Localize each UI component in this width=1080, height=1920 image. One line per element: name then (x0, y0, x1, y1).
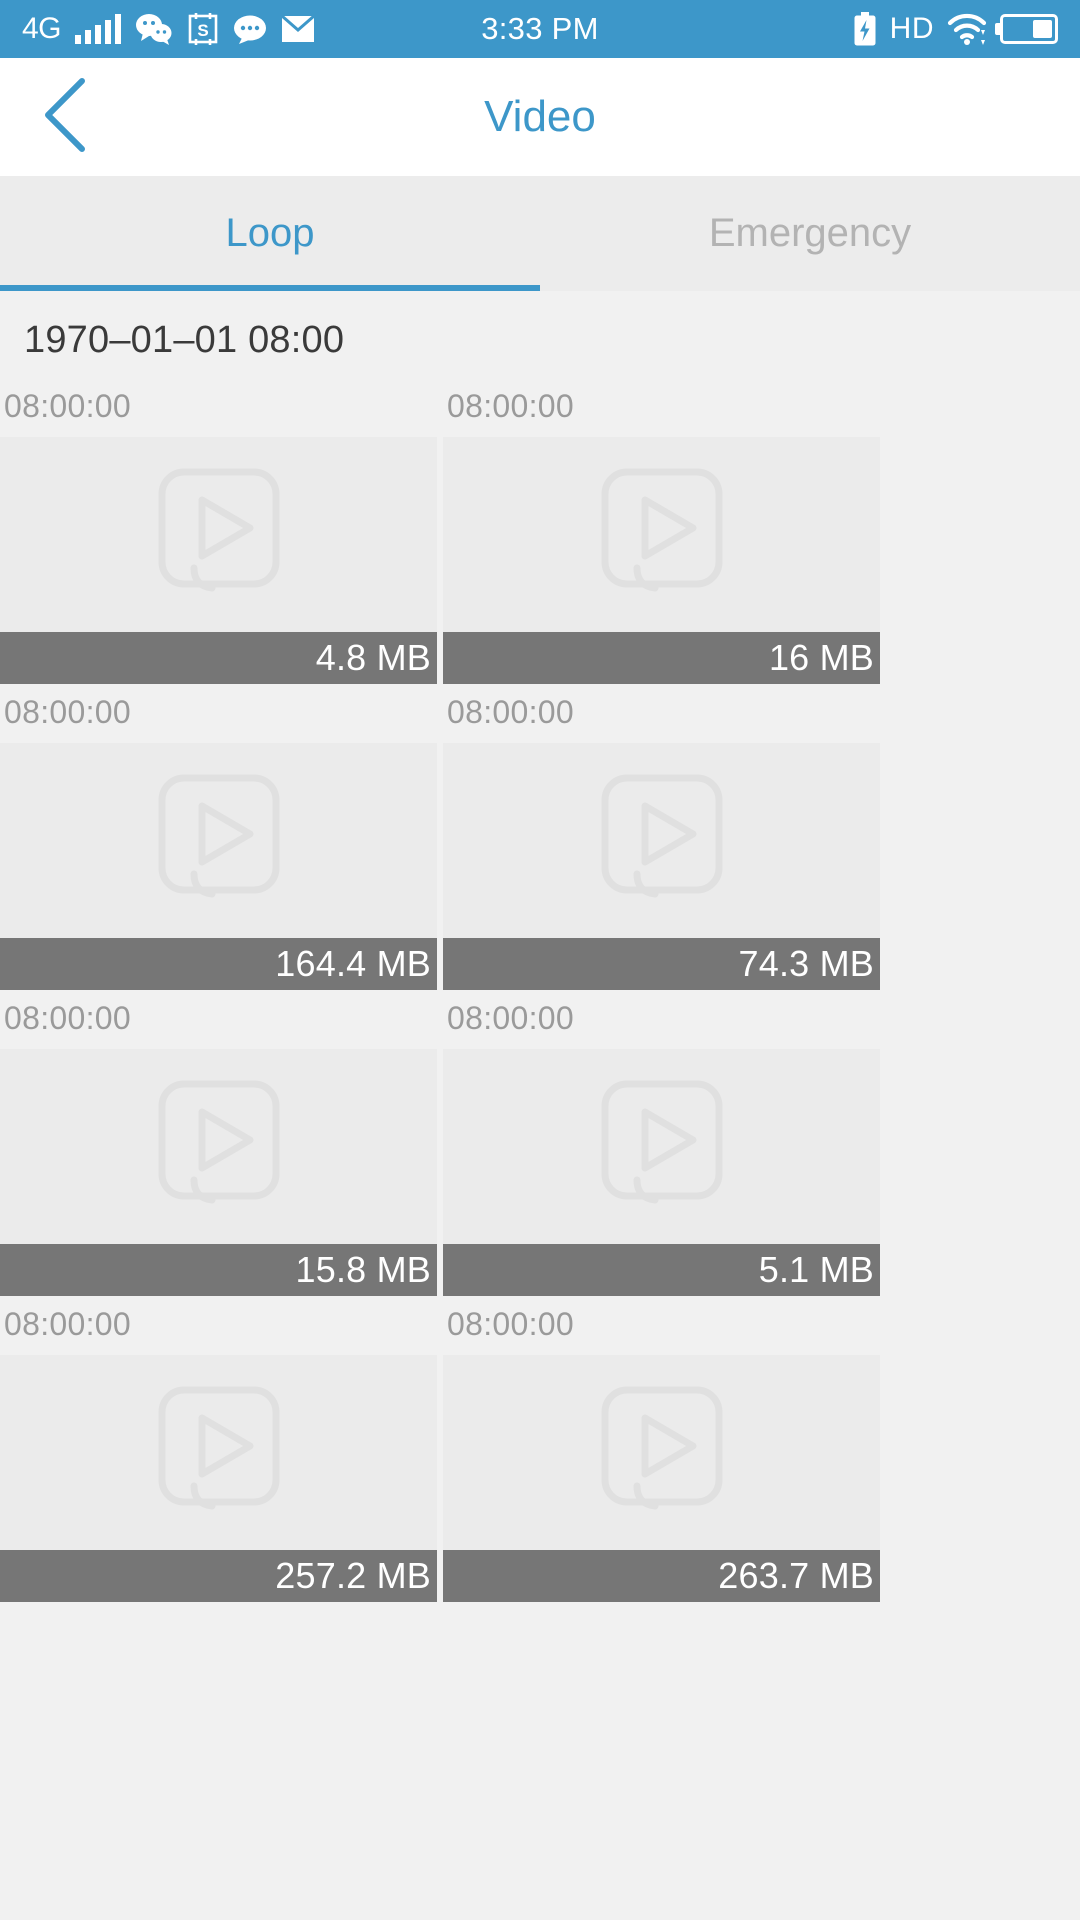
tab-loop-label: Loop (225, 211, 315, 255)
status-bar-left: 4G S (22, 12, 316, 45)
battery-charging-icon (853, 12, 877, 46)
date-group-header: 1970–01–01 08:00 (24, 319, 345, 361)
video-item[interactable]: 08:00:00 164.4 MB (0, 690, 437, 990)
video-item[interactable]: 08:00:00 257.2 MB (0, 1302, 437, 1602)
back-button[interactable] (0, 58, 130, 176)
screenshot-s-icon: S (187, 13, 219, 45)
video-timestamp: 08:00:00 (4, 388, 131, 424)
video-filesize: 263.7 MB (443, 1550, 880, 1602)
video-filesize: 257.2 MB (0, 1550, 437, 1602)
hd-label: HD (889, 12, 934, 45)
network-type-label: 4G (22, 12, 62, 45)
video-play-placeholder-icon (144, 460, 294, 610)
video-filesize: 4.8 MB (0, 632, 437, 684)
video-row: 08:00:00 4.8 MB 08:00:00 16 MB (0, 384, 1080, 684)
video-row: 08:00:00 164.4 MB 08:00:00 74.3 MB (0, 690, 1080, 990)
video-timestamp: 08:00:00 (4, 1306, 131, 1342)
video-item[interactable]: 08:00:00 263.7 MB (443, 1302, 880, 1602)
status-bar-right: HD (853, 12, 1058, 46)
video-row: 08:00:00 257.2 MB 08:00:00 263.7 MB (0, 1302, 1080, 1602)
video-timestamp: 08:00:00 (4, 694, 131, 730)
wechat-icon (135, 13, 173, 45)
video-filesize: 164.4 MB (0, 938, 437, 990)
video-timestamp: 08:00:00 (4, 1000, 131, 1036)
video-item[interactable]: 08:00:00 16 MB (443, 384, 880, 684)
video-play-placeholder-icon (144, 1378, 294, 1528)
chevron-left-icon (38, 75, 92, 160)
video-play-placeholder-icon (587, 1072, 737, 1222)
video-filesize: 15.8 MB (0, 1244, 437, 1296)
video-item[interactable]: 08:00:00 4.8 MB (0, 384, 437, 684)
video-play-placeholder-icon (587, 460, 737, 610)
signal-bars-icon (75, 14, 122, 44)
video-thumbnail[interactable] (443, 1049, 880, 1244)
video-thumbnail[interactable] (0, 1355, 437, 1550)
tab-emergency-label: Emergency (708, 211, 912, 255)
video-play-placeholder-icon (144, 1072, 294, 1222)
video-item[interactable]: 08:00:00 74.3 MB (443, 690, 880, 990)
video-filesize: 74.3 MB (443, 938, 880, 990)
video-thumbnail[interactable] (0, 437, 437, 632)
video-list[interactable]: 1970–01–01 08:00 08:00:00 4.8 MB 08:00:0… (0, 291, 1080, 1920)
video-item[interactable]: 08:00:00 5.1 MB (443, 996, 880, 1296)
video-play-placeholder-icon (144, 766, 294, 916)
video-filesize: 5.1 MB (443, 1244, 880, 1296)
video-timestamp: 08:00:00 (447, 388, 574, 424)
video-play-placeholder-icon (587, 1378, 737, 1528)
page-title: Video (484, 92, 596, 141)
video-thumbnail[interactable] (443, 1355, 880, 1550)
video-thumbnail[interactable] (443, 437, 880, 632)
tab-bar: Loop Emergency (0, 176, 1080, 291)
tab-emergency[interactable]: Emergency (540, 176, 1080, 291)
battery-level-icon (1000, 14, 1058, 44)
video-play-placeholder-icon (587, 766, 737, 916)
tab-loop[interactable]: Loop (0, 176, 540, 291)
video-filesize: 16 MB (443, 632, 880, 684)
video-thumbnail[interactable] (443, 743, 880, 938)
svg-text:S: S (197, 21, 208, 40)
video-timestamp: 08:00:00 (447, 1306, 574, 1342)
video-timestamp: 08:00:00 (447, 1000, 574, 1036)
video-thumbnail[interactable] (0, 743, 437, 938)
email-icon (281, 15, 316, 43)
video-item[interactable]: 08:00:00 15.8 MB (0, 996, 437, 1296)
video-timestamp: 08:00:00 (447, 694, 574, 730)
wifi-icon (947, 12, 987, 46)
nav-bar: Video (0, 58, 1080, 176)
video-row: 08:00:00 15.8 MB 08:00:00 5.1 MB (0, 996, 1080, 1296)
video-thumbnail[interactable] (0, 1049, 437, 1244)
message-bubble-icon (233, 14, 267, 44)
status-bar: 4G S 3:33 PM HD (0, 0, 1080, 58)
